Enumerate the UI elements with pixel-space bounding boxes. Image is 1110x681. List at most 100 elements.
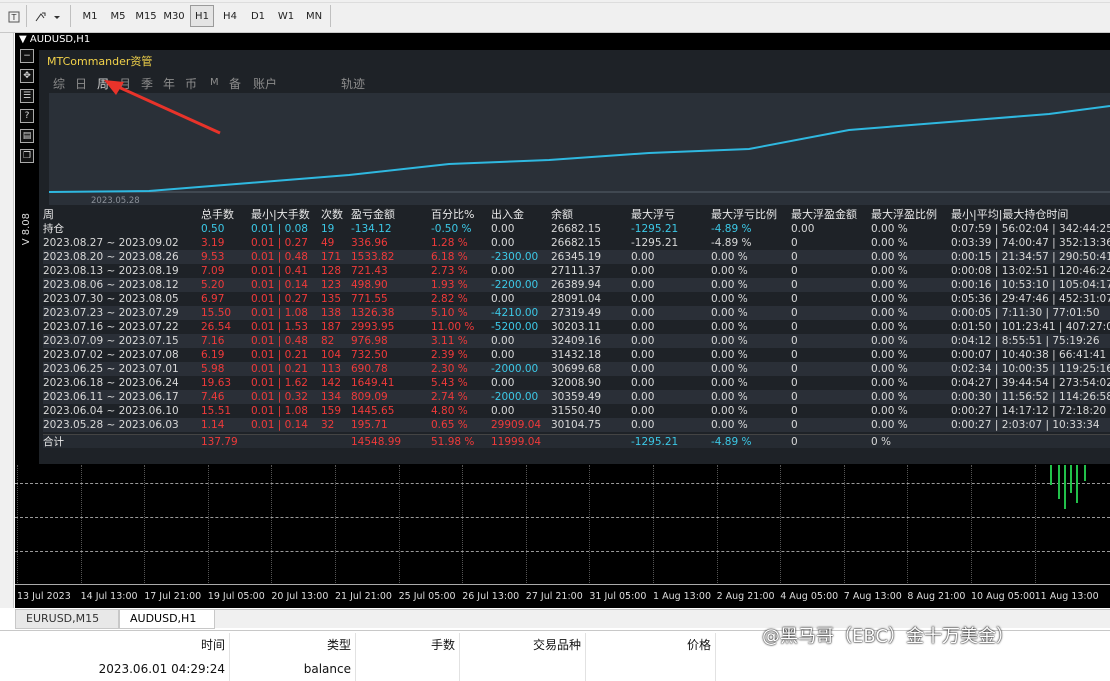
table-cell: 0.00 % xyxy=(871,265,908,277)
navigator-edge xyxy=(0,33,14,608)
timeframe-button-d1[interactable]: D1 xyxy=(246,5,270,27)
table-cell: 0.00 % xyxy=(871,307,908,319)
table-cell: 0:00:05 | 7:11:30 | 77:01:50 xyxy=(951,307,1100,319)
timeframe-button-mn[interactable]: MN xyxy=(302,5,326,27)
table-cell: 11.00 % xyxy=(431,321,475,333)
table-cell: 6.18 % xyxy=(431,251,468,263)
table-cell: 0.00 % xyxy=(871,405,908,417)
table-cell: 32008.90 xyxy=(551,377,602,389)
time-tick-label: 10 Aug 05:00 xyxy=(971,591,1036,602)
table-cell: 32 xyxy=(321,419,335,431)
col-volume[interactable]: 手数 xyxy=(356,633,460,657)
col-price[interactable]: 价格 xyxy=(586,633,716,657)
col-type[interactable]: 类型 xyxy=(230,633,356,657)
timeframe-button-m1[interactable]: M1 xyxy=(78,5,102,27)
draw-tools-dropdown-icon[interactable] xyxy=(32,5,64,27)
time-tick-label: 7 Aug 13:00 xyxy=(843,591,902,602)
header-cell: 最小|平均|最大持仓时间 xyxy=(951,208,1069,221)
watermark-text: @黑马哥（EBC）金十万美金） xyxy=(762,626,1014,647)
timeframe-button-m15[interactable]: M15 xyxy=(134,5,158,27)
total-row: 合计 137.79 14548.99 51.98 % 11999.04 -1295.21 -… xyxy=(43,434,1110,448)
annotation-arrow-shaft xyxy=(113,83,221,135)
table-cell: 498.90 xyxy=(351,279,388,291)
timeframe-button-w1[interactable]: W1 xyxy=(274,5,298,27)
help-icon[interactable]: ? xyxy=(20,109,34,123)
col-symbol[interactable]: 交易品种 xyxy=(460,633,586,657)
table-cell: 0.00 % xyxy=(711,405,748,417)
tab-summary[interactable]: 综 xyxy=(53,75,65,92)
table-row: 2023.07.02 ~ 2023.07.08 6.19 0.01 | 0.21 10… xyxy=(43,348,1110,362)
table-cell: 0.01 | 0.21 xyxy=(251,363,308,375)
table-cell: 128 xyxy=(321,265,342,277)
settings-icon[interactable]: ☰ xyxy=(20,89,34,103)
header-cell: 最小|大手数 xyxy=(251,208,310,221)
col-time[interactable]: 时间 xyxy=(0,633,230,657)
table-cell: 0.00 xyxy=(631,293,655,305)
table-cell: 26682.15 xyxy=(551,237,602,249)
tab-track[interactable]: 轨迹 xyxy=(341,75,365,92)
table-cell: 3.11 % xyxy=(431,335,468,347)
tab-backup[interactable]: 备 xyxy=(229,75,241,92)
list-icon[interactable]: ▤ xyxy=(20,129,34,143)
table-cell: 0 xyxy=(791,419,798,431)
window-icon[interactable]: ❐ xyxy=(20,149,34,163)
header-cell: 余额 xyxy=(551,208,573,221)
tab-audusd-h1[interactable]: AUDUSD,H1 xyxy=(119,610,215,629)
table-cell: 159 xyxy=(321,405,342,417)
chart-window[interactable]: ▼ AUDUSD,H1 − ✥ ☰ ? ▤ ❐ V 8.08 MTCommand… xyxy=(15,33,1110,608)
table-cell: 732.50 xyxy=(351,349,388,361)
move-icon[interactable]: ✥ xyxy=(20,69,34,83)
price-chart-area[interactable] xyxy=(15,465,1110,583)
time-tick-label: 21 Jul 21:00 xyxy=(335,591,392,602)
table-row: 2023.08.27 ~ 2023.09.02 3.19 0.01 | 0.27 49… xyxy=(43,236,1110,250)
table-cell: 0.01 | 0.14 xyxy=(251,279,308,291)
table-cell: 2.30 % xyxy=(431,363,468,375)
price-level-line xyxy=(15,551,1110,552)
table-cell: 0 xyxy=(791,265,798,277)
table-cell: 0.00 xyxy=(491,293,515,305)
table-cell: 2023.07.09 ~ 2023.07.15 xyxy=(43,335,179,347)
table-cell: 0:04:12 | 8:55:51 | 75:19:26 xyxy=(951,335,1100,347)
table-cell: 0 xyxy=(791,279,798,291)
table-cell: 2.39 % xyxy=(431,349,468,361)
table-row: 2023.06.25 ~ 2023.07.01 5.98 0.01 | 0.21 11… xyxy=(43,362,1110,376)
table-cell: -4.89 % xyxy=(711,223,752,235)
table-cell: 0.00 xyxy=(631,419,655,431)
timeframe-button-m30[interactable]: M30 xyxy=(162,5,186,27)
table-cell: 1.93 % xyxy=(431,279,468,291)
table-cell: 1.14 xyxy=(201,419,225,431)
grid-line xyxy=(271,465,273,583)
table-cell: 113 xyxy=(321,363,342,375)
table-cell: 9.53 xyxy=(201,251,225,263)
timeframe-button-m5[interactable]: M5 xyxy=(106,5,130,27)
price-level-line xyxy=(15,483,1110,484)
tab-account[interactable]: 账户 xyxy=(253,75,277,92)
holding-row: 持仓 0.50 0.01 | 0.08 19 -134.12 -0.50 % 0.00 266… xyxy=(43,222,1110,236)
table-cell: 0.00 % xyxy=(711,265,748,277)
timeframe-button-h4[interactable]: H4 xyxy=(218,5,242,27)
tab-day[interactable]: 日 xyxy=(75,75,87,92)
table-cell: 19.63 xyxy=(201,377,232,389)
table-row[interactable]: 2023.06.01 04:29:24 balance xyxy=(0,657,1110,681)
table-cell: 0 xyxy=(791,349,798,361)
table-cell: 19 xyxy=(321,223,335,235)
table-cell: 26.54 xyxy=(201,321,232,333)
table-cell: 15.51 xyxy=(201,405,232,417)
table-cell: 0.00 xyxy=(631,363,655,375)
grid-line xyxy=(843,465,845,583)
header-cell: 总手数 xyxy=(201,208,234,221)
table-cell: 0 xyxy=(791,436,798,448)
text-tool-icon[interactable]: T xyxy=(6,5,22,27)
table-cell: 0 xyxy=(791,237,798,249)
grid-line xyxy=(335,465,336,583)
header-cell: 次数 xyxy=(321,208,343,221)
table-cell: 5.10 % xyxy=(431,307,468,319)
grid-line xyxy=(398,465,400,583)
timeframe-button-h1[interactable]: H1 xyxy=(190,5,214,27)
minimize-icon[interactable]: − xyxy=(20,49,34,63)
table-cell: 0.00 xyxy=(631,251,655,263)
cell-price xyxy=(586,657,716,681)
tab-eurusd-m15[interactable]: EURUSD,M15 xyxy=(15,610,119,629)
table-cell: 1326.38 xyxy=(351,307,395,319)
chart-menu-arrow-icon[interactable]: ▼ xyxy=(19,34,27,45)
